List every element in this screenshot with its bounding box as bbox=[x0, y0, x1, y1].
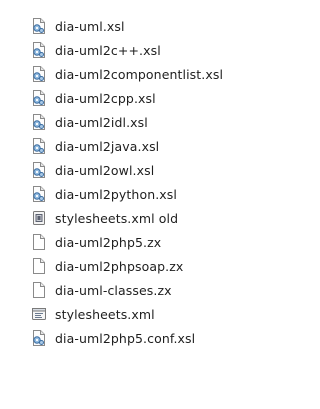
file-name: dia-uml2php5.conf.xsl bbox=[55, 330, 196, 346]
file-name: dia-uml2python.xsl bbox=[55, 186, 177, 202]
blank-file-icon bbox=[31, 258, 47, 274]
xsl-file-icon bbox=[31, 90, 47, 106]
file-item-stylesheets-xml-old[interactable]: stylesheets.xml old bbox=[31, 206, 223, 230]
file-name: dia-uml.xsl bbox=[55, 18, 125, 34]
file-name: dia-uml2php5.zx bbox=[55, 234, 162, 250]
xsl-file-icon bbox=[31, 66, 47, 82]
file-name: stylesheets.xml bbox=[55, 306, 155, 322]
file-item-dia-uml2cpp-plus-xsl[interactable]: dia-uml2c++.xsl bbox=[31, 38, 223, 62]
blank-file-icon bbox=[31, 234, 47, 250]
xsl-file-icon bbox=[31, 114, 47, 130]
blank-file-icon bbox=[31, 282, 47, 298]
file-name: dia-uml2java.xsl bbox=[55, 138, 160, 154]
xsl-file-icon bbox=[31, 138, 47, 154]
file-name: dia-uml2componentlist.xsl bbox=[55, 66, 224, 82]
file-name: dia-uml-classes.zx bbox=[55, 282, 172, 298]
file-item-dia-uml2owl-xsl[interactable]: dia-uml2owl.xsl bbox=[31, 158, 223, 182]
file-item-dia-uml2phpsoap-zx[interactable]: dia-uml2phpsoap.zx bbox=[31, 254, 223, 278]
xsl-file-icon bbox=[31, 162, 47, 178]
xsl-file-icon bbox=[31, 18, 47, 34]
file-item-dia-uml2cpp-xsl[interactable]: dia-uml2cpp.xsl bbox=[31, 86, 223, 110]
xml-file-icon bbox=[31, 306, 47, 322]
file-item-dia-uml-classes-zx[interactable]: dia-uml-classes.zx bbox=[31, 278, 223, 302]
file-name: dia-uml2cpp.xsl bbox=[55, 90, 156, 106]
file-name: stylesheets.xml old bbox=[55, 210, 179, 226]
file-item-dia-uml2php5-conf-xsl[interactable]: dia-uml2php5.conf.xsl bbox=[31, 326, 223, 350]
xsl-file-icon bbox=[31, 330, 47, 346]
file-item-dia-uml2php5-zx[interactable]: dia-uml2php5.zx bbox=[31, 230, 223, 254]
xsl-file-icon bbox=[31, 186, 47, 202]
file-item-dia-uml2java-xsl[interactable]: dia-uml2java.xsl bbox=[31, 134, 223, 158]
file-name: dia-uml2c++.xsl bbox=[55, 42, 161, 58]
file-list: dia-uml.xsl dia-uml2c++.xsl dia-uml2comp… bbox=[31, 14, 223, 350]
file-item-dia-uml2idl-xsl[interactable]: dia-uml2idl.xsl bbox=[31, 110, 223, 134]
file-item-dia-uml2python-xsl[interactable]: dia-uml2python.xsl bbox=[31, 182, 223, 206]
file-name: dia-uml2phpsoap.zx bbox=[55, 258, 184, 274]
file-name: dia-uml2idl.xsl bbox=[55, 114, 148, 130]
file-item-stylesheets-xml[interactable]: stylesheets.xml bbox=[31, 302, 223, 326]
file-name: dia-uml2owl.xsl bbox=[55, 162, 155, 178]
file-item-dia-uml2componentlist-xsl[interactable]: dia-uml2componentlist.xsl bbox=[31, 62, 223, 86]
xsl-file-icon bbox=[31, 42, 47, 58]
file-item-dia-uml-xsl[interactable]: dia-uml.xsl bbox=[31, 14, 223, 38]
system-file-icon bbox=[31, 210, 47, 226]
